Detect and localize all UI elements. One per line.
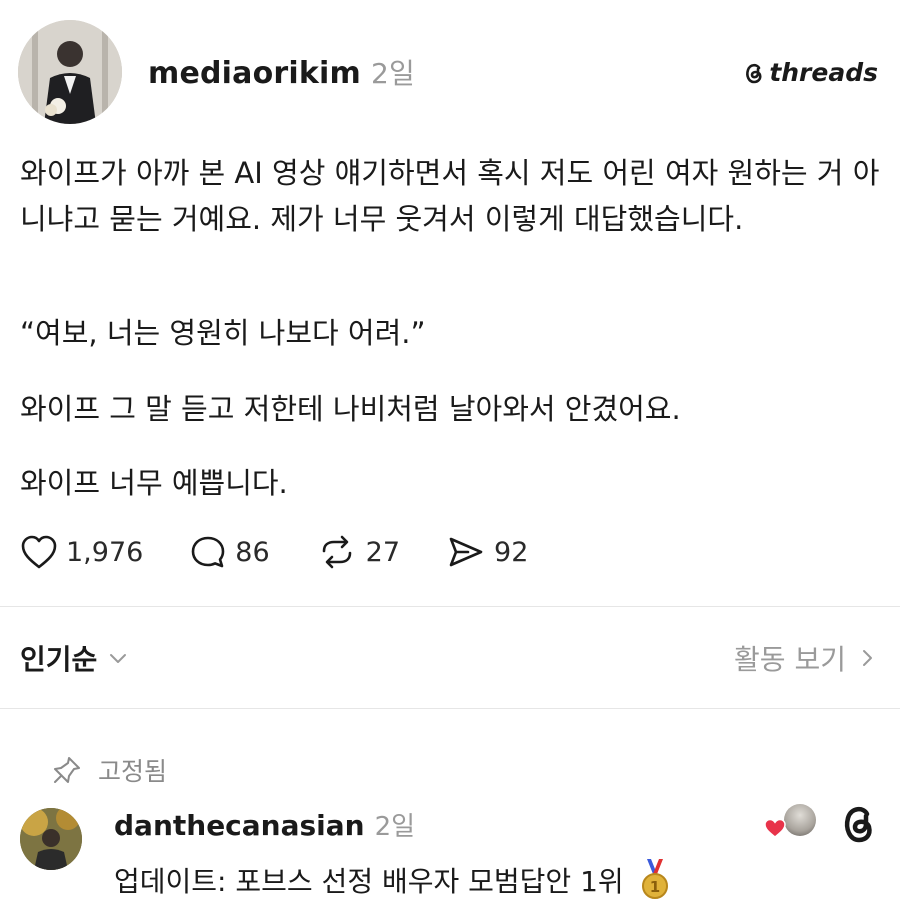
reply-count: 86 [235, 536, 270, 568]
pinned-label: 고정됨 [98, 757, 168, 786]
repost-icon [322, 535, 351, 569]
post-timestamp: 2일 [371, 57, 415, 90]
pinned-indicator: 고정됨 [52, 752, 167, 788]
gold-medal-icon: 1 [641, 859, 668, 899]
post-action-bar: 1,976 86 27 92 [20, 530, 574, 574]
reply-author-username[interactable]: danthecanasian 2일 [114, 806, 415, 843]
reply-timestamp: 2일 [374, 812, 416, 842]
repost-button[interactable]: 27 [316, 534, 400, 570]
reply-text: 업데이트: 포브스 선정 배우자 모범답안 1위 [114, 865, 624, 898]
comment-icon [191, 536, 225, 568]
post-paragraph-2: “여보, 너는 영원히 나보다 어려.” [20, 316, 426, 350]
view-activity-label: 활동 보기 [734, 643, 846, 676]
sort-label: 인기순 [20, 643, 98, 676]
reply-body: 업데이트: 포브스 선정 배우자 모범답안 1위 1 [114, 858, 672, 902]
chevron-right-icon [863, 650, 872, 666]
like-count: 1,976 [66, 536, 144, 568]
threads-brand-text: threads [769, 58, 878, 87]
author-username-text[interactable]: mediaorikim [148, 56, 361, 91]
like-button[interactable]: 1,976 [20, 534, 143, 570]
heart-icon [21, 535, 57, 569]
svg-text:1: 1 [649, 878, 659, 896]
share-count: 92 [494, 536, 529, 568]
author-avatar[interactable] [18, 20, 122, 124]
post-paragraph-3: 와이프 그 말 듣고 저한테 나비처럼 날아와서 안겼어요. [20, 392, 681, 426]
author-liked-heart-icon [764, 818, 786, 842]
reply-button[interactable]: 86 [189, 534, 270, 570]
author-username[interactable]: mediaorikim 2일 [148, 52, 415, 92]
pin-icon [54, 757, 80, 783]
sort-dropdown[interactable]: 인기순 [20, 638, 131, 678]
view-activity-link[interactable]: 활동 보기 [734, 638, 878, 678]
post-paragraph-4: 와이프 너무 예쁩니다. [20, 466, 288, 500]
divider [0, 708, 900, 709]
reply-author-avatar[interactable] [20, 808, 82, 870]
threads-brand: threads [743, 58, 878, 87]
reply-username-text[interactable]: danthecanasian [114, 809, 365, 842]
chevron-down-icon [110, 654, 127, 663]
send-icon [449, 537, 483, 567]
reply-author-avatar-image [20, 808, 82, 870]
author-avatar-image [18, 20, 122, 124]
threads-logo-icon[interactable] [838, 802, 878, 850]
author-liked-avatar [784, 804, 816, 836]
post-paragraph-1: 와이프가 아까 본 AI 영상 얘기하면서 혹시 저도 어린 여자 원하는 거 … [20, 156, 880, 236]
share-button[interactable]: 92 [446, 534, 528, 570]
threads-logo-icon [746, 63, 762, 83]
repost-count: 27 [365, 536, 401, 568]
divider [0, 606, 900, 607]
